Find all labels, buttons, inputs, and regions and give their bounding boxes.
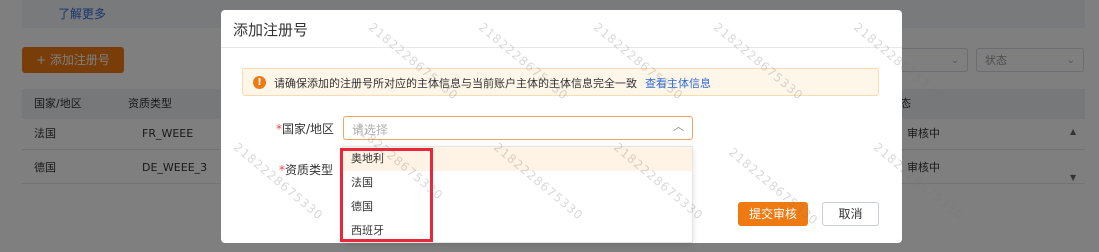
type-label-text: 资质类型 — [285, 163, 334, 177]
alert-text: 请确保添加的注册号所对应的主体信息与当前账户主体的主体信息完全一致 — [274, 77, 637, 90]
modal-divider — [221, 47, 902, 48]
cancel-button[interactable]: 取消 — [822, 202, 879, 226]
warning-icon: ! — [253, 76, 266, 89]
country-select-placeholder: 请选择 — [352, 123, 389, 137]
type-field-label: *资质类型 — [279, 161, 333, 178]
alert-message: 请确保添加的注册号所对应的主体信息与当前账户主体的主体信息完全一致 查看主体信息 — [274, 75, 711, 91]
country-label-text: 国家/地区 — [282, 122, 335, 136]
country-field-label: *国家/地区 — [276, 120, 334, 137]
submit-review-button[interactable]: 提交审核 — [738, 202, 808, 226]
country-select[interactable]: 请选择 ︿ — [343, 116, 693, 140]
chevron-up-icon: ︿ — [673, 120, 684, 133]
modal-title: 添加注册号 — [233, 21, 309, 39]
warning-alert: ! 请确保添加的注册号所对应的主体信息与当前账户主体的主体信息完全一致 查看主体信… — [242, 68, 879, 96]
highlight-box — [340, 148, 433, 242]
view-entity-info-link[interactable]: 查看主体信息 — [645, 77, 711, 90]
